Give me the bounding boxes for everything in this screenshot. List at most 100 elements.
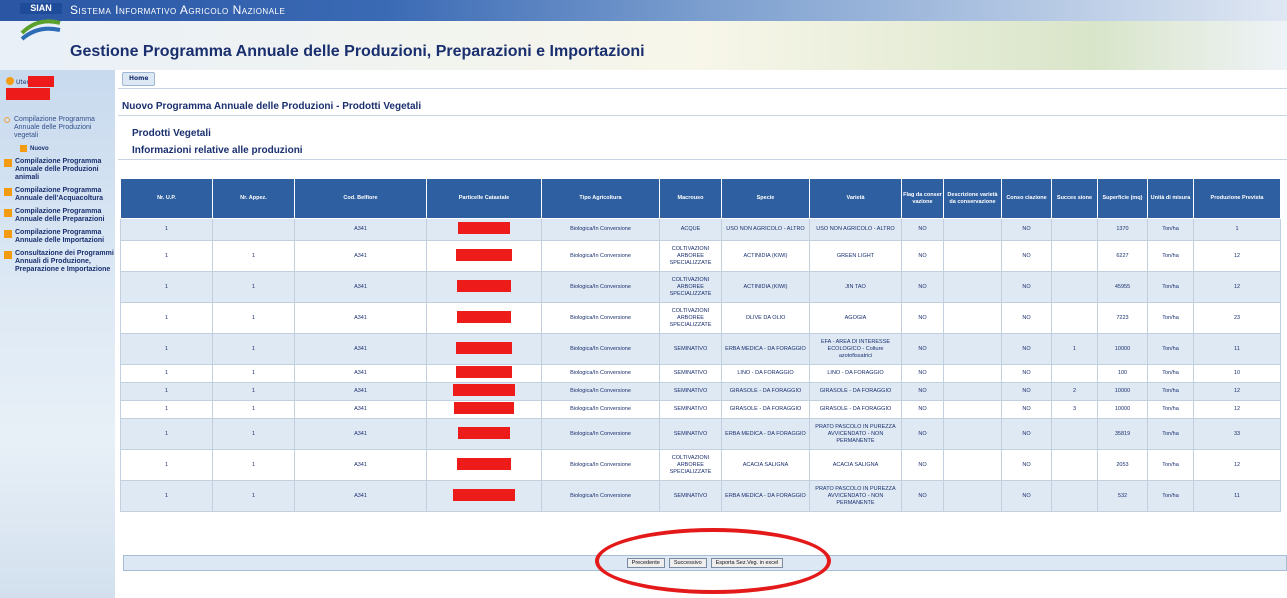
redacted-parcel [453, 384, 515, 396]
table-cell: ACACIA SALIGNA [721, 449, 810, 481]
table-cell: 1 [212, 382, 295, 401]
table-row[interactable]: 1 A341 Biologica/In Conversione ACQUE USO NO… [120, 218, 1281, 241]
home-tab[interactable]: Home [122, 72, 156, 86]
table-cell: A341 [294, 480, 427, 512]
redacted-parcel [457, 279, 511, 292]
redacted-parcel [457, 310, 511, 323]
sidebar-item-importazioni[interactable]: Compilazione Programma Annuale delle Imp… [4, 229, 114, 245]
redacted-parcel [453, 488, 515, 501]
sidebar-subitem-nuovo[interactable]: Nuovo [20, 145, 114, 152]
table-cell: NO [1001, 364, 1052, 383]
table-cell: Ton/ha [1147, 271, 1194, 303]
table-row[interactable]: 1 1 A341 Biologica/In Conversione SEMINATIVO… [120, 333, 1281, 365]
table-cell: 1 [212, 400, 295, 419]
column-header: Macrouso [659, 178, 722, 219]
table-cell: LINO - DA FORAGGIO [809, 364, 902, 383]
table-cell: Biologica/In Conversione [541, 218, 660, 241]
table-cell: Ton/ha [1147, 218, 1194, 241]
table-cell [426, 418, 542, 450]
table-cell [1051, 449, 1098, 481]
table-row[interactable]: 1 1 A341 Biologica/In Conversione COLTIVAZIO… [120, 302, 1281, 334]
table-cell [943, 400, 1002, 419]
table-cell: 12 [1193, 449, 1281, 481]
logo-waves-icon [20, 19, 61, 41]
redacted-parcel [458, 426, 510, 439]
table-row[interactable]: 1 1 A341 Biologica/In Conversione SEMINATIVO… [120, 400, 1281, 419]
table-cell: Biologica/In Conversione [541, 364, 660, 383]
table-cell: Biologica/In Conversione [541, 240, 660, 272]
table-cell: 1 [212, 449, 295, 481]
sidebar-item-animali[interactable]: Compilazione Programma Annuale delle Pro… [4, 158, 114, 182]
table-cell: NO [1001, 271, 1052, 303]
table-cell [943, 271, 1002, 303]
redacted-parcel [456, 341, 512, 354]
table-cell [426, 480, 542, 512]
table-cell: A341 [294, 382, 427, 401]
table-cell: GREEN LIGHT [809, 240, 902, 272]
table-row[interactable]: 1 1 A341 Biologica/In Conversione COLTIVAZIO… [120, 449, 1281, 481]
table-cell [943, 418, 1002, 450]
table-row[interactable]: 1 1 A341 Biologica/In Conversione SEMINATIVO… [120, 418, 1281, 450]
main-content: Home Nuovo Programma Annuale delle Produ… [118, 70, 1287, 598]
table-cell: 1 [212, 364, 295, 383]
table-cell: SEMINATIVO [659, 400, 722, 419]
table-cell: NO [901, 333, 944, 365]
table-cell: ACQUE [659, 218, 722, 241]
table-cell: Ton/ha [1147, 480, 1194, 512]
table-row[interactable]: 1 1 A341 Biologica/In Conversione SEMINATIVO… [120, 480, 1281, 512]
table-cell: Biologica/In Conversione [541, 400, 660, 419]
redacted-parcel [454, 402, 514, 414]
table-cell: 1 [120, 302, 213, 334]
sidebar-subitem-label: Nuovo [30, 145, 49, 152]
sidebar-item-acquacoltura[interactable]: Compilazione Programma Annuale dell'Acqu… [4, 187, 114, 203]
table-cell: 1 [212, 302, 295, 334]
table-cell: Biologica/In Conversione [541, 418, 660, 450]
column-header: Nr. Appez. [212, 178, 295, 219]
table-cell: 11 [1193, 333, 1281, 365]
table-cell [943, 382, 1002, 401]
table-cell: 1 [212, 418, 295, 450]
table-cell [426, 302, 542, 334]
table-cell [212, 218, 295, 241]
table-cell: 45955 [1097, 271, 1148, 303]
column-header: Conso ciazione [1001, 178, 1052, 219]
annotation-circle [595, 528, 831, 594]
sidebar-item-consultazione[interactable]: Consultazione dei Programmi Annuali di P… [4, 250, 114, 274]
table-row[interactable]: 1 1 A341 Biologica/In Conversione SEMINATIVO… [120, 382, 1281, 401]
square-bullet-icon [4, 230, 12, 238]
table-cell: 1 [120, 364, 213, 383]
table-row[interactable]: 1 1 A341 Biologica/In Conversione COLTIVAZIO… [120, 240, 1281, 272]
table-cell [943, 449, 1002, 481]
table-cell: 33 [1193, 418, 1281, 450]
table-cell: NO [901, 271, 944, 303]
divider [118, 115, 1287, 116]
redacted-parcel [456, 366, 512, 378]
table-cell: ACTINIDIA (KIWI) [721, 240, 810, 272]
table-cell: A341 [294, 418, 427, 450]
table-cell: ACACIA SALIGNA [809, 449, 902, 481]
table-cell: Biologica/In Conversione [541, 271, 660, 303]
divider [118, 159, 1287, 160]
table-cell: AGOGIA [809, 302, 902, 334]
sidebar-item-preparazioni[interactable]: Compilazione Programma Annuale delle Pre… [4, 208, 114, 224]
table-cell: NO [1001, 218, 1052, 241]
table-cell: 10 [1193, 364, 1281, 383]
section-subtitle: Informazioni relative alle produzioni [132, 145, 303, 156]
table-cell: A341 [294, 333, 427, 365]
table-cell [1051, 480, 1098, 512]
table-cell: Biologica/In Conversione [541, 480, 660, 512]
table-cell: 12 [1193, 400, 1281, 419]
table-cell: NO [1001, 400, 1052, 419]
table-cell: NO [901, 449, 944, 481]
table-cell [426, 400, 542, 419]
table-cell: 1 [1051, 333, 1098, 365]
sidebar-item-vegetali[interactable]: Compilazione Programma Annuale delle Pro… [4, 116, 114, 140]
table-row[interactable]: 1 1 A341 Biologica/In Conversione SEMINATIVO… [120, 364, 1281, 383]
column-header: Unità di misura [1147, 178, 1194, 219]
table-cell: 1370 [1097, 218, 1148, 241]
table-row[interactable]: 1 1 A341 Biologica/In Conversione COLTIVAZIO… [120, 271, 1281, 303]
sidebar-item-label: Compilazione Programma Annuale delle Imp… [15, 229, 105, 244]
table-cell: 100 [1097, 364, 1148, 383]
table-cell [1051, 218, 1098, 241]
table-cell: A341 [294, 364, 427, 383]
